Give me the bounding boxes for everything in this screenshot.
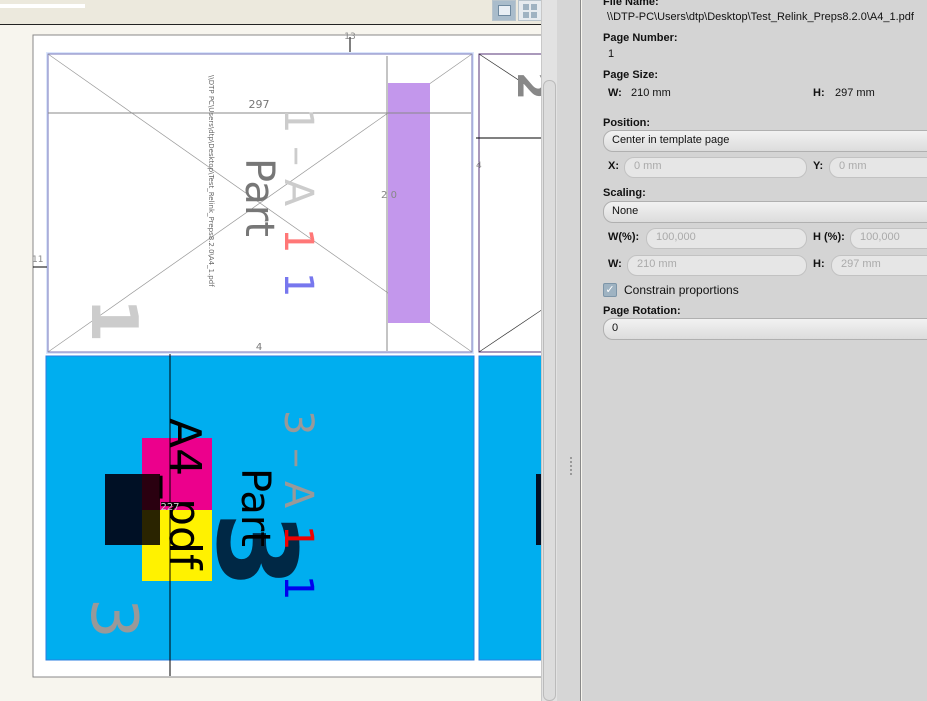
page-height-label: H: [813,87,825,99]
grid-view-button[interactable] [518,0,542,21]
page-2[interactable]: 2 4 [476,53,541,353]
left-gap-label: 11 [32,255,43,265]
part-label: Part [232,468,278,547]
height-percent-label: H (%): [813,231,845,243]
scaling-label: Scaling: [603,187,646,199]
purple-bar [388,83,430,323]
splitter-grip-icon [570,457,573,475]
grid-view-icon [523,4,538,18]
page-number-glyph: 1 [76,298,150,343]
scale-width-label: W: [608,258,622,270]
page-height-value: 297 mm [835,87,875,99]
page-1[interactable]: 297 2 0 \\DTP PC\Users\dtp\Desktop\Test_… [46,52,474,354]
x-label: X: [608,160,619,172]
page-width-value: 210 mm [631,87,671,99]
y-input[interactable]: 0 mm [829,157,927,178]
top-gap-label: 13 [344,32,355,42]
scale-width-input[interactable]: 210 mm [627,255,807,276]
blue-mark: 1 [275,575,321,600]
file-name-value: \\DTP-PC\Users\dtp\Desktop\Test_Relink_P… [607,11,914,23]
position-label: Position: [603,117,651,129]
page-rotation-select[interactable]: 0 [603,318,927,340]
blue-mark: 1 [275,272,321,297]
gap-right-label: 4 [476,161,482,171]
page-number-label: Page Number: [603,32,678,44]
page-number-value: 1 [608,48,615,60]
page-width-label: W: [608,87,622,99]
layout-canvas[interactable]: 297 2 0 \\DTP PC\Users\dtp\Desktop\Test_… [0,26,541,701]
sheet-height-label: 227 [160,502,179,513]
file-name-label: File Name: [603,0,659,8]
scale-height-label: H: [813,258,825,270]
page-number-glyph: 2 [508,72,541,100]
part-id: 3 – A [275,410,321,509]
scaling-select[interactable]: None [603,201,927,223]
y-label: Y: [813,160,824,172]
width-dimension: 297 [249,98,270,111]
part-id: 1 – A [275,108,321,207]
constrain-proportions-checkbox[interactable]: ✓ [603,283,617,297]
page-3[interactable]: A4_pdf 3 Part 3 – A 1 1 3 227 [45,354,475,676]
properties-panel: File Name: \\DTP-PC\Users\dtp\Desktop\Te… [582,0,927,701]
red-mark: 1 [275,228,321,253]
imposition-preview: 297 2 0 \\DTP PC\Users\dtp\Desktop\Test_… [32,32,541,678]
height-percent-input[interactable]: 100,000 [850,228,927,249]
scale-height-input[interactable]: 297 mm [831,255,927,276]
panel-splitter[interactable] [557,0,581,701]
file-path-text: \\DTP PC\Users\dtp\Desktop\Test_Relink_P… [207,75,215,287]
gap-bottom-label: 4 [256,342,262,353]
canvas-toolbar [0,0,542,25]
page-rotation-label: Page Rotation: [603,305,681,317]
zoom-slider[interactable] [0,4,85,8]
position-select[interactable]: Center in template page [603,130,927,152]
width-percent-input[interactable]: 100,000 [646,228,807,249]
height-dimension: 2 0 [381,190,397,201]
scrollbar-thumb[interactable] [543,80,556,701]
single-view-icon [498,5,511,16]
single-view-button[interactable] [492,0,516,21]
x-input[interactable]: 0 mm [624,157,807,178]
width-percent-label: W(%): [608,231,640,243]
constrain-proportions-label: Constrain proportions [624,283,739,297]
page-number-glyph: 3 [76,598,150,639]
red-mark: 1 [275,525,321,550]
page-4[interactable] [478,355,541,661]
page-size-label: Page Size: [603,69,659,81]
